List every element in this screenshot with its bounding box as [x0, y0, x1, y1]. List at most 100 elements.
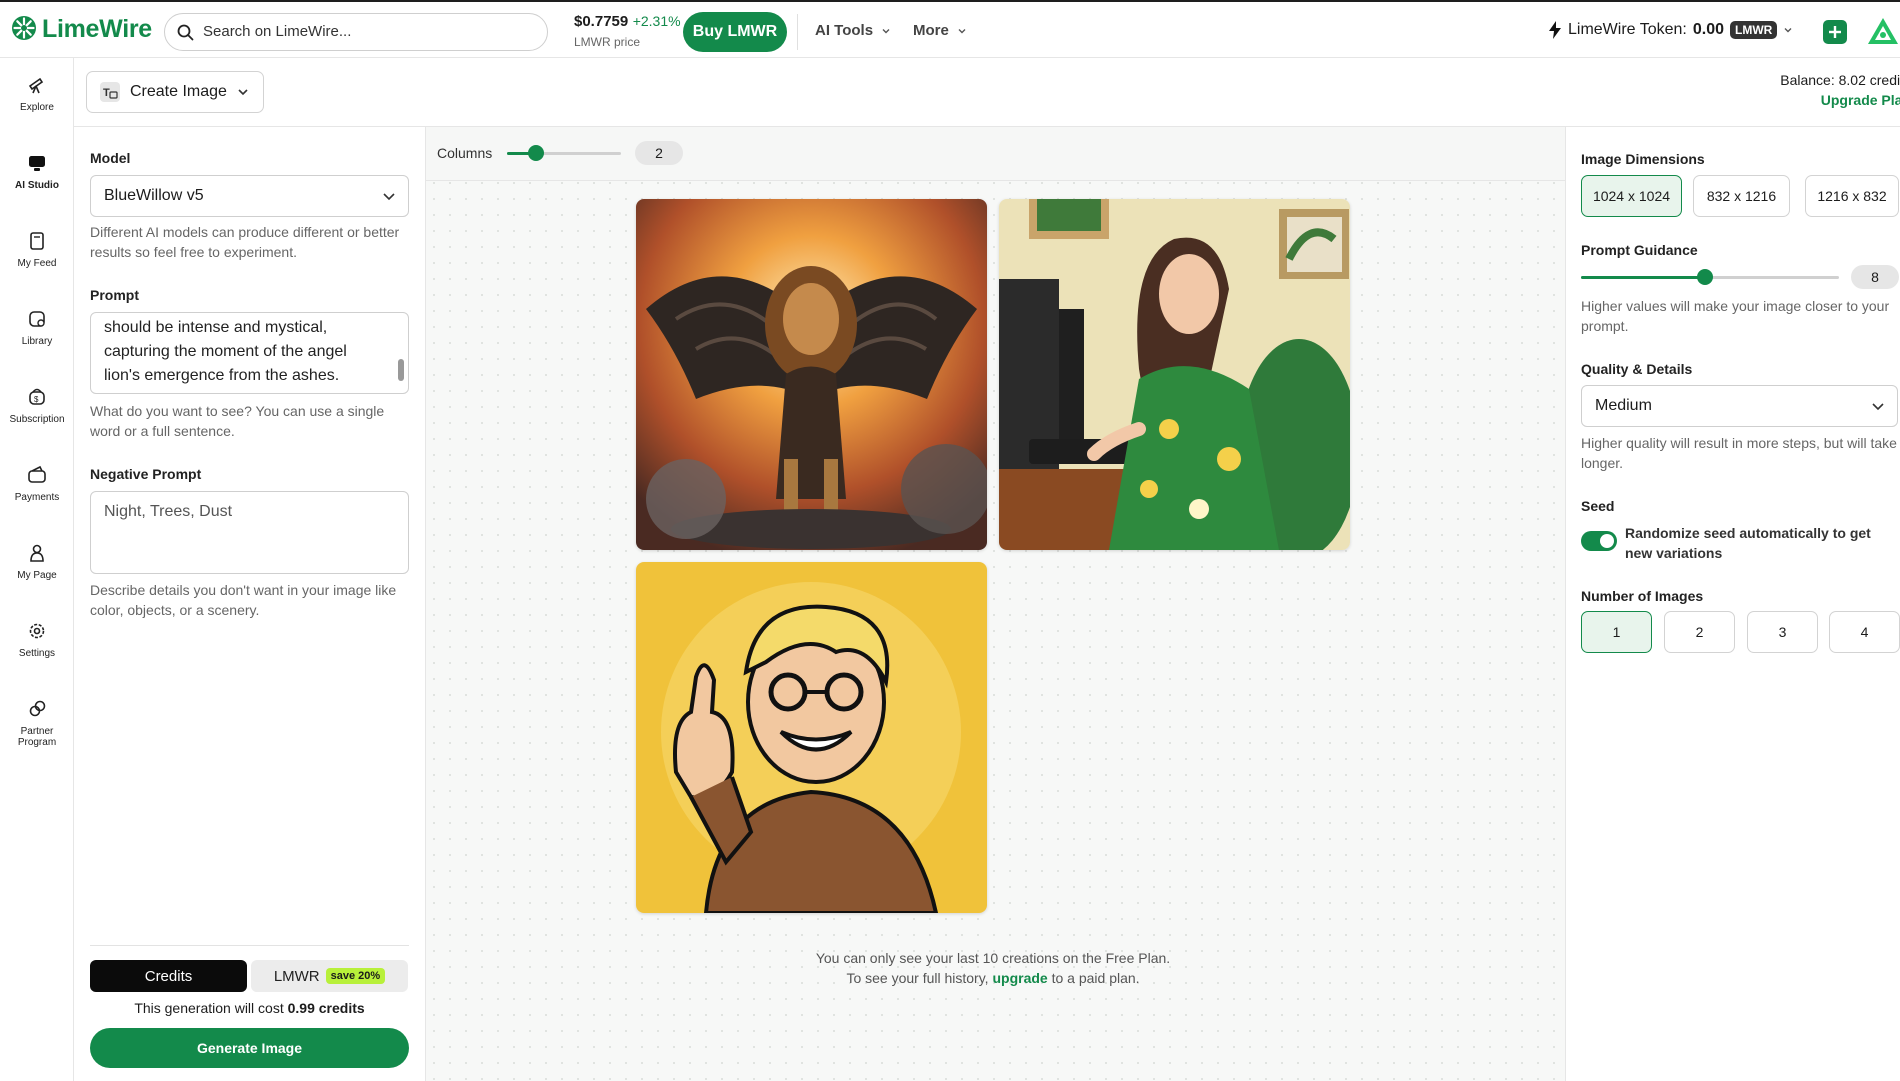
dimension-option[interactable]: 1216 x 832 [1805, 175, 1899, 217]
menu-more[interactable]: More [913, 22, 967, 39]
model-label: Model [90, 150, 131, 166]
negative-prompt-label: Negative Prompt [90, 466, 202, 482]
lmwr-price: $0.7759 [574, 13, 629, 30]
prompt-label: Prompt [90, 287, 139, 303]
cost-value: 0.99 credits [287, 1000, 365, 1016]
quality-select[interactable]: Medium [1581, 385, 1898, 427]
limewire-logo-icon[interactable] [11, 15, 37, 41]
save-badge: save 20% [325, 968, 386, 984]
nav-my-feed[interactable]: My Feed [0, 230, 74, 269]
buy-lmwr-button[interactable]: Buy LMWR [683, 12, 787, 52]
seed-toggle-text: Randomize seed automatically to get new … [1625, 525, 1871, 561]
scrollbar-thumb[interactable] [398, 359, 404, 381]
pay-with-credits-tab[interactable]: Credits [90, 960, 247, 992]
nav-partner-program[interactable]: Partner Program [0, 698, 74, 748]
nav-payments[interactable]: Payments [0, 464, 74, 503]
model-value: BlueWillow v5 [104, 187, 204, 204]
nav-label: Subscription [9, 414, 65, 425]
menu-ai-tools-label: AI Tools [815, 22, 874, 39]
token-label: LimeWire Token: [1568, 21, 1687, 38]
price-label: LMWR price [574, 35, 641, 49]
nav-label: My Feed [17, 258, 57, 269]
feed-icon [26, 230, 48, 252]
avatar[interactable] [1866, 16, 1900, 48]
prompt-help: What do you want to see? You can use a s… [90, 403, 385, 439]
price-change: +2.31% [632, 13, 681, 29]
guidance-slider-thumb[interactable] [1697, 269, 1713, 285]
generated-image-cartoon[interactable] [636, 562, 987, 913]
nav-label: Library [21, 336, 53, 347]
prompt-textarea[interactable]: should be intense and mystical, capturin… [90, 312, 409, 394]
create-image-dropdown[interactable]: T Create Image [86, 71, 264, 113]
columns-label: Columns [437, 145, 493, 161]
top-bar: LimeWire $0.7759 +2.31% LMWR price Buy L… [0, 0, 1900, 58]
number-option[interactable]: 4 [1829, 611, 1900, 653]
nav-label-line2: Program [17, 737, 57, 748]
dimension-option[interactable]: 1024 x 1024 [1581, 175, 1682, 217]
number-option[interactable]: 3 [1747, 611, 1818, 653]
generated-image-lion[interactable] [636, 199, 987, 550]
monitor-icon [26, 152, 48, 174]
lightning-icon [1548, 20, 1562, 40]
columns-slider-thumb[interactable] [528, 145, 544, 161]
menu-more-label: More [913, 22, 949, 39]
nav-library[interactable]: Library [0, 308, 74, 347]
chevron-down-icon [1871, 399, 1885, 413]
columns-slider[interactable] [507, 145, 621, 161]
generation-cost: This generation will cost 0.99 credits [90, 1000, 409, 1016]
menu-ai-tools[interactable]: AI Tools [815, 22, 891, 39]
add-button[interactable] [1823, 20, 1847, 44]
nav-subscription[interactable]: $ Subscription [0, 386, 74, 425]
columns-bar: Columns 2 [426, 127, 1565, 181]
lmwr-tab-label: LMWR [273, 967, 320, 985]
model-help: Different AI models can produce differen… [90, 224, 400, 260]
search-input[interactable] [203, 23, 533, 40]
divider [90, 945, 409, 946]
nav-settings[interactable]: Settings [0, 620, 74, 659]
user-icon [26, 542, 48, 564]
svg-text:T: T [103, 87, 110, 99]
pay-with-lmwr-tab[interactable]: LMWR save 20% [251, 960, 408, 992]
upgrade-link[interactable]: upgrade [992, 970, 1047, 986]
quality-help: Higher quality will result in more steps… [1581, 435, 1897, 471]
generated-image-woman[interactable] [999, 199, 1350, 550]
quality-label: Quality & Details [1581, 361, 1693, 377]
seed-toggle[interactable] [1581, 531, 1617, 551]
number-option[interactable]: 1 [1581, 611, 1652, 653]
generate-image-button[interactable]: Generate Image [90, 1028, 409, 1068]
create-image-label: Create Image [130, 83, 227, 100]
prompt-text: should be intense and mystical, capturin… [104, 319, 347, 384]
upgrade-plan-link[interactable]: Upgrade Plan [1780, 92, 1900, 108]
nav-label: Payments [14, 492, 60, 503]
guidance-slider-fill [1581, 276, 1705, 279]
chevron-down-icon [382, 189, 396, 203]
svg-text:$: $ [34, 395, 39, 404]
subscription-icon: $ [26, 386, 48, 408]
balance-widget: Balance: 8.02 credits Upgrade Plan [1769, 72, 1900, 108]
nav-my-page[interactable]: My Page [0, 542, 74, 581]
chevron-down-icon [237, 86, 249, 98]
nav-explore[interactable]: Explore [0, 74, 74, 113]
prompt-guidance-label: Prompt Guidance [1581, 242, 1698, 258]
guidance-slider[interactable] [1581, 269, 1839, 285]
balance-text: Balance: 8.02 credits [1780, 72, 1900, 88]
wallet-icon [26, 464, 48, 486]
columns-value: 2 [635, 141, 683, 165]
chevron-down-icon [1783, 25, 1793, 35]
model-select[interactable]: BlueWillow v5 [90, 175, 409, 217]
token-widget[interactable]: LimeWire Token: 0.00 LMWR [1548, 20, 1793, 40]
number-option[interactable]: 2 [1664, 611, 1735, 653]
dimension-option[interactable]: 832 x 1216 [1693, 175, 1790, 217]
logo-text[interactable]: LimeWire [42, 15, 152, 44]
token-value: 0.00 [1692, 21, 1724, 38]
image-dimensions-label: Image Dimensions [1581, 151, 1705, 167]
nav-label: Partner [20, 726, 54, 737]
negative-prompt-textarea[interactable]: Night, Trees, Dust [90, 491, 409, 574]
search-box[interactable] [164, 13, 548, 51]
side-nav: Explore AI Studio My Feed Library $ Subs… [0, 58, 74, 1081]
chevron-down-icon [881, 26, 891, 36]
cost-prefix: This generation will cost [134, 1000, 284, 1016]
nav-ai-studio[interactable]: AI Studio [0, 152, 74, 191]
text-to-image-icon: T [100, 82, 120, 102]
nav-label: Settings [18, 648, 56, 659]
